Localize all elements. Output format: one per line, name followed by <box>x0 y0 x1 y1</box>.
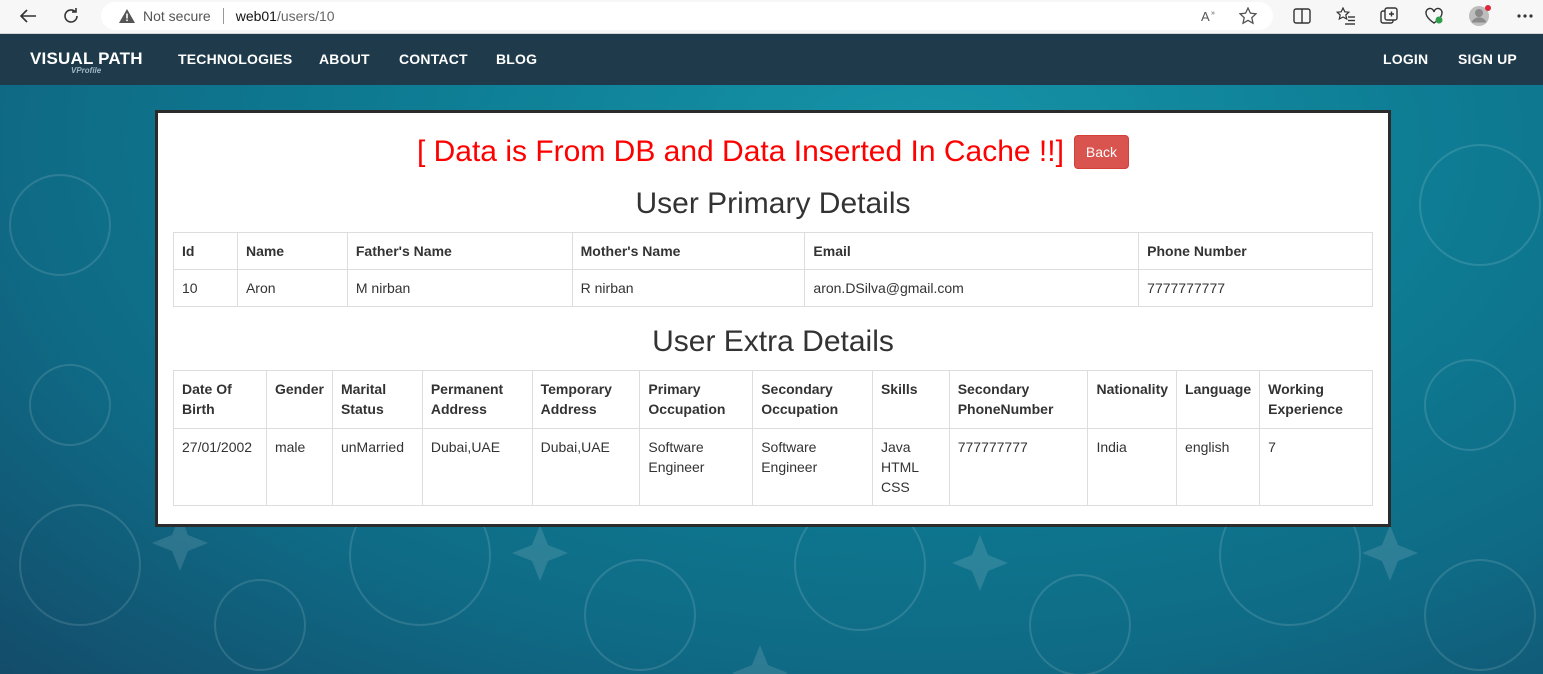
column-header-working-experience: Working Experience <box>1259 370 1373 429</box>
column-header-email: Email <box>804 232 1140 270</box>
column-header-secondary-occupation: Secondary Occupation <box>752 370 873 429</box>
cache-status-message: [ Data is From DB and Data Inserted In C… <box>416 135 1064 168</box>
nav-link-about[interactable]: ABOUT <box>319 51 370 67</box>
svg-text:A: A <box>1201 9 1210 24</box>
table-header-row: Date Of Birth Gender Marital Status Perm… <box>173 370 1373 429</box>
url-host: web01 <box>235 8 277 24</box>
column-header-secondary-phone: Secondary PhoneNumber <box>948 370 1089 429</box>
column-header-marital-status: Marital Status <box>331 370 423 429</box>
nav-link-technologies[interactable]: TECHNOLOGIES <box>178 51 292 67</box>
cell-skills: Java HTML CSS <box>871 428 950 506</box>
column-header-date-of-birth: Date Of Birth <box>173 370 267 429</box>
column-header-permanent-address: Permanent Address <box>421 370 533 429</box>
column-header-nationality: Nationality <box>1087 370 1178 429</box>
column-header-gender: Gender <box>265 370 333 429</box>
cell-secondary-occupation: Software Engineer <box>752 428 873 506</box>
more-options-icon[interactable] <box>1513 5 1537 27</box>
address-separator <box>222 8 224 24</box>
column-header-mothers-name: Mother's Name <box>571 232 806 270</box>
cell-temporary-address: Dubai,UAE <box>531 428 641 506</box>
nav-link-signup[interactable]: SIGN UP <box>1458 51 1517 67</box>
cell-email: aron.DSilva@gmail.com <box>804 269 1140 307</box>
cell-mothers-name: R nirban <box>571 269 806 307</box>
cell-permanent-address: Dubai,UAE <box>421 428 533 506</box>
svg-text:»: » <box>1211 10 1215 17</box>
table-header-row: Id Name Father's Name Mother's Name Emai… <box>173 232 1373 270</box>
column-header-language: Language <box>1176 370 1261 429</box>
address-bar[interactable]: Not secure web01/users/10 A» <box>101 2 1273 30</box>
read-aloud-icon[interactable]: A» <box>1201 7 1219 25</box>
split-screen-icon[interactable] <box>1290 5 1314 27</box>
refresh-icon[interactable] <box>58 4 84 28</box>
cell-secondary-phone: 777777777 <box>948 428 1089 506</box>
status-row: [ Data is From DB and Data Inserted In C… <box>158 135 1388 169</box>
cell-phone-number: 7777777777 <box>1138 269 1373 307</box>
nav-link-contact[interactable]: CONTACT <box>399 51 468 67</box>
cell-marital-status: unMarried <box>331 428 423 506</box>
column-header-id: Id <box>173 232 238 270</box>
browser-essentials-icon[interactable] <box>1422 5 1446 27</box>
column-header-primary-occupation: Primary Occupation <box>639 370 754 429</box>
column-header-skills: Skills <box>871 370 950 429</box>
cell-fathers-name: M nirban <box>346 269 573 307</box>
extra-details-table: Date Of Birth Gender Marital Status Perm… <box>173 370 1373 506</box>
column-header-phone-number: Phone Number <box>1138 232 1373 270</box>
collections-icon[interactable] <box>1378 5 1402 27</box>
brand-subtitle: VProfile <box>71 66 102 75</box>
security-label: Not secure <box>143 8 211 24</box>
nav-link-login[interactable]: LOGIN <box>1383 51 1428 67</box>
cell-date-of-birth: 27/01/2002 <box>173 428 267 506</box>
favorite-star-icon[interactable] <box>1239 7 1257 25</box>
cell-name: Aron <box>236 269 348 307</box>
profile-avatar-icon[interactable] <box>1467 5 1491 27</box>
url-path: /users/10 <box>276 8 335 24</box>
column-header-temporary-address: Temporary Address <box>531 370 641 429</box>
cell-working-experience: 7 <box>1259 428 1373 506</box>
back-arrow-icon[interactable] <box>15 4 41 28</box>
column-header-name: Name <box>236 232 348 270</box>
primary-details-table: Id Name Father's Name Mother's Name Emai… <box>173 232 1373 307</box>
browser-toolbar: Not secure web01/users/10 A» <box>0 0 1543 34</box>
cell-id: 10 <box>173 269 238 307</box>
nav-link-blog[interactable]: BLOG <box>496 51 537 67</box>
favorites-list-icon[interactable] <box>1334 5 1358 27</box>
back-button[interactable]: Back <box>1073 135 1130 169</box>
table-row: 10 Aron M nirban R nirban aron.DSilva@gm… <box>173 269 1373 307</box>
primary-details-title: User Primary Details <box>635 187 911 220</box>
extra-details-title: User Extra Details <box>652 325 894 358</box>
cell-nationality: India <box>1087 428 1178 506</box>
cell-gender: male <box>265 428 333 506</box>
site-navbar: VISUAL PATH VProfile TECHNOLOGIES ABOUT … <box>0 34 1543 85</box>
column-header-fathers-name: Father's Name <box>346 232 573 270</box>
cell-primary-occupation: Software Engineer <box>639 428 754 506</box>
table-row: 27/01/2002 male unMarried Dubai,UAE Duba… <box>173 428 1373 506</box>
warning-icon <box>119 9 135 23</box>
cell-language: english <box>1176 428 1261 506</box>
user-details-panel: [ Data is From DB and Data Inserted In C… <box>155 110 1391 527</box>
